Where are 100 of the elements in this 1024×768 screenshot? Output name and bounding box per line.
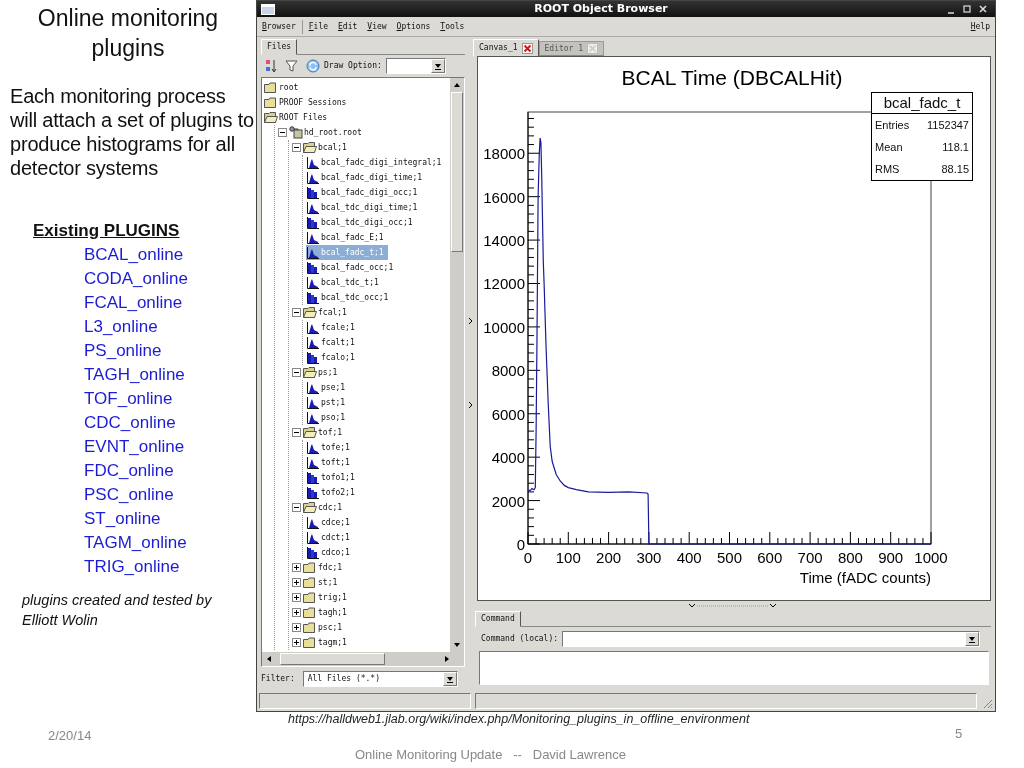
refresh-icon[interactable] — [306, 59, 320, 73]
expand-icon[interactable] — [292, 608, 301, 617]
expand-icon[interactable] — [292, 578, 301, 587]
tree-item[interactable]: fdc;1 — [292, 560, 347, 575]
tree-item[interactable]: tofo2;1 — [306, 485, 359, 500]
bar-histogram-icon — [306, 546, 320, 559]
tree-item[interactable]: ps;1 — [292, 365, 342, 380]
menu-item[interactable]: Edit — [333, 20, 363, 33]
plugin-name: EVNT_online — [84, 436, 185, 459]
tab[interactable]: Editor 1 — [538, 41, 605, 56]
plugin-name: FCAL_online — [84, 292, 183, 315]
slide-paragraph: Each monitoring process will attach a set of plugins to produce histograms for all detector systems — [9, 83, 255, 180]
maximize-icon[interactable] — [963, 5, 971, 13]
filter-icon[interactable] — [285, 59, 298, 73]
tree-item[interactable]: hd_root.root — [278, 125, 366, 140]
splitter-handle[interactable] — [687, 603, 777, 609]
tree-item[interactable]: toft;1 — [306, 455, 354, 470]
bar-histogram-icon — [306, 351, 320, 364]
histogram-icon — [306, 381, 320, 394]
scroll-thumb[interactable] — [451, 92, 463, 252]
tree-item[interactable]: tofe;1 — [306, 440, 354, 455]
tree-item[interactable]: root — [264, 80, 303, 95]
collapse-icon[interactable] — [292, 143, 301, 152]
tab[interactable]: Command — [475, 611, 521, 627]
stats-label: Mean — [875, 140, 903, 155]
tree-item[interactable]: tagm;1 — [292, 635, 351, 650]
axis-tick-label: 6000 — [491, 405, 525, 423]
tree-item[interactable]: bcal_fadc_E;1 — [306, 230, 388, 245]
collapse-icon[interactable] — [292, 428, 301, 437]
tree-item[interactable]: tagh;1 — [292, 605, 351, 620]
close-icon[interactable] — [521, 42, 533, 54]
dropdown-arrow-icon[interactable] — [445, 675, 454, 683]
dropdown-arrow-icon[interactable] — [968, 635, 977, 643]
resize-grip-icon[interactable] — [981, 697, 993, 709]
tree-item[interactable]: bcal_tdc_occ;1 — [306, 290, 393, 305]
folder-icon — [303, 591, 317, 604]
menu-item[interactable]: Tools — [435, 20, 470, 33]
histogram-icon — [306, 171, 320, 184]
tree-item[interactable]: bcal;1 — [292, 140, 351, 155]
tab[interactable]: Canvas_1 — [473, 39, 539, 57]
tree-item[interactable]: cdco;1 — [306, 545, 354, 560]
tree-item[interactable]: cdc;1 — [292, 500, 347, 515]
collapse-icon[interactable] — [292, 368, 301, 377]
expand-icon[interactable] — [292, 563, 301, 572]
collapse-icon[interactable] — [278, 128, 287, 137]
menu-item[interactable]: Browser — [257, 20, 301, 33]
sort-icon[interactable] — [265, 59, 277, 73]
axis-tick-label: 400 — [676, 549, 702, 566]
tree-item[interactable]: bcal_fadc_digi_integral;1 — [306, 155, 446, 170]
slide-date: 2/20/14 — [48, 727, 92, 745]
tree-item[interactable]: pst;1 — [306, 395, 350, 410]
tree-item[interactable]: pso;1 — [306, 410, 350, 425]
tree-item[interactable]: bcal_tdc_digi_occ;1 — [306, 215, 417, 230]
tree-item[interactable]: trig;1 — [292, 590, 351, 605]
scroll-thumb[interactable] — [280, 653, 385, 665]
tree-item[interactable]: bcal_fadc_digi_occ;1 — [306, 185, 422, 200]
tree-item[interactable]: fcale;1 — [306, 320, 359, 335]
chevron-right-icon[interactable] — [467, 317, 473, 325]
axis-tick-label: 8000 — [491, 362, 525, 380]
draw-option-combo[interactable] — [385, 58, 446, 74]
tree-item[interactable]: st;1 — [292, 575, 342, 590]
collapse-icon[interactable] — [292, 308, 301, 317]
tree-item[interactable]: bcal_tdc_digi_time;1 — [306, 200, 422, 215]
tree-item[interactable]: fcalo;1 — [306, 350, 359, 365]
scrollbar[interactable] — [262, 652, 464, 666]
tree-item[interactable]: ROOT Files — [264, 110, 332, 125]
open-folder-icon — [303, 306, 317, 319]
tree-item[interactable]: fcal;1 — [292, 305, 351, 320]
menu-item[interactable]: Help — [965, 20, 995, 33]
tree-item[interactable]: bcal_fadc_occ;1 — [306, 260, 398, 275]
menu-item[interactable]: View — [362, 20, 392, 33]
scrollbar[interactable] — [450, 78, 464, 652]
tree-item[interactable]: tofo1;1 — [306, 470, 359, 485]
tree-item[interactable]: tof;1 — [292, 425, 347, 440]
window-title: ROOT Object Browser — [533, 0, 669, 17]
filter-combo[interactable]: All Files (*.*) — [302, 671, 458, 687]
histogram-icon — [306, 231, 320, 244]
tree-item[interactable]: pse;1 — [306, 380, 350, 395]
expand-icon[interactable] — [292, 593, 301, 602]
dropdown-arrow-icon[interactable] — [433, 62, 442, 70]
menu-item[interactable]: File — [303, 20, 333, 33]
chevron-right-icon[interactable] — [467, 401, 473, 409]
tree-item[interactable]: cdct;1 — [306, 530, 354, 545]
tree-item[interactable]: fcalt;1 — [306, 335, 359, 350]
tree-item[interactable]: cdce;1 — [306, 515, 354, 530]
tree-item[interactable]: PROOF Sessions — [264, 95, 351, 110]
expand-icon[interactable] — [292, 638, 301, 647]
tree-item[interactable]: psc;1 — [292, 620, 347, 635]
collapse-icon[interactable] — [292, 503, 301, 512]
tree-item[interactable]: bcal_fadc_digi_time;1 — [306, 170, 427, 185]
plugin-name: L3_online — [84, 316, 158, 339]
axis-tick-label: 100 — [555, 549, 581, 566]
plugin-name: PSC_online — [84, 484, 174, 507]
expand-icon[interactable] — [292, 623, 301, 632]
command-combo[interactable] — [562, 631, 981, 647]
bar-histogram-icon — [306, 216, 320, 229]
menu-item[interactable]: Options — [391, 20, 436, 33]
tree-item[interactable]: bcal_tdc_t;1 — [306, 275, 383, 290]
axis-tick-label: 10000 — [483, 318, 525, 336]
tab[interactable]: Files — [261, 39, 298, 55]
